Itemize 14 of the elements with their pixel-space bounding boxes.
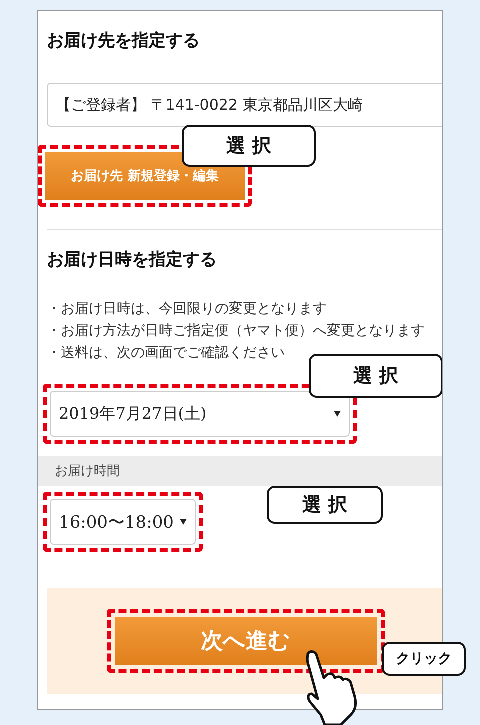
caret-icon	[180, 519, 187, 525]
callout-bubble: 選 択	[309, 354, 442, 398]
note-text: ・お届け方法が日時ご指定便（ヤマト便）へ変更となります	[47, 322, 426, 341]
note-text: ・お届け日時は、今回限りの変更となります	[47, 300, 328, 319]
time-select[interactable]: 16:00〜18:00	[50, 499, 196, 545]
section-heading: お届け先を指定する	[47, 30, 201, 53]
time-label: お届け時間	[55, 463, 120, 480]
section-heading: お届け日時を指定する	[47, 249, 218, 272]
caret-icon	[334, 411, 341, 417]
callout-bubble: クリック	[382, 642, 466, 676]
callout-bubble: 選 択	[267, 486, 383, 524]
date-select[interactable]: 2019年7月27日(土)	[50, 391, 350, 437]
callout-bubble: 選 択	[182, 125, 316, 167]
note-text: ・送料は、次の画面でご確認ください	[47, 344, 286, 363]
